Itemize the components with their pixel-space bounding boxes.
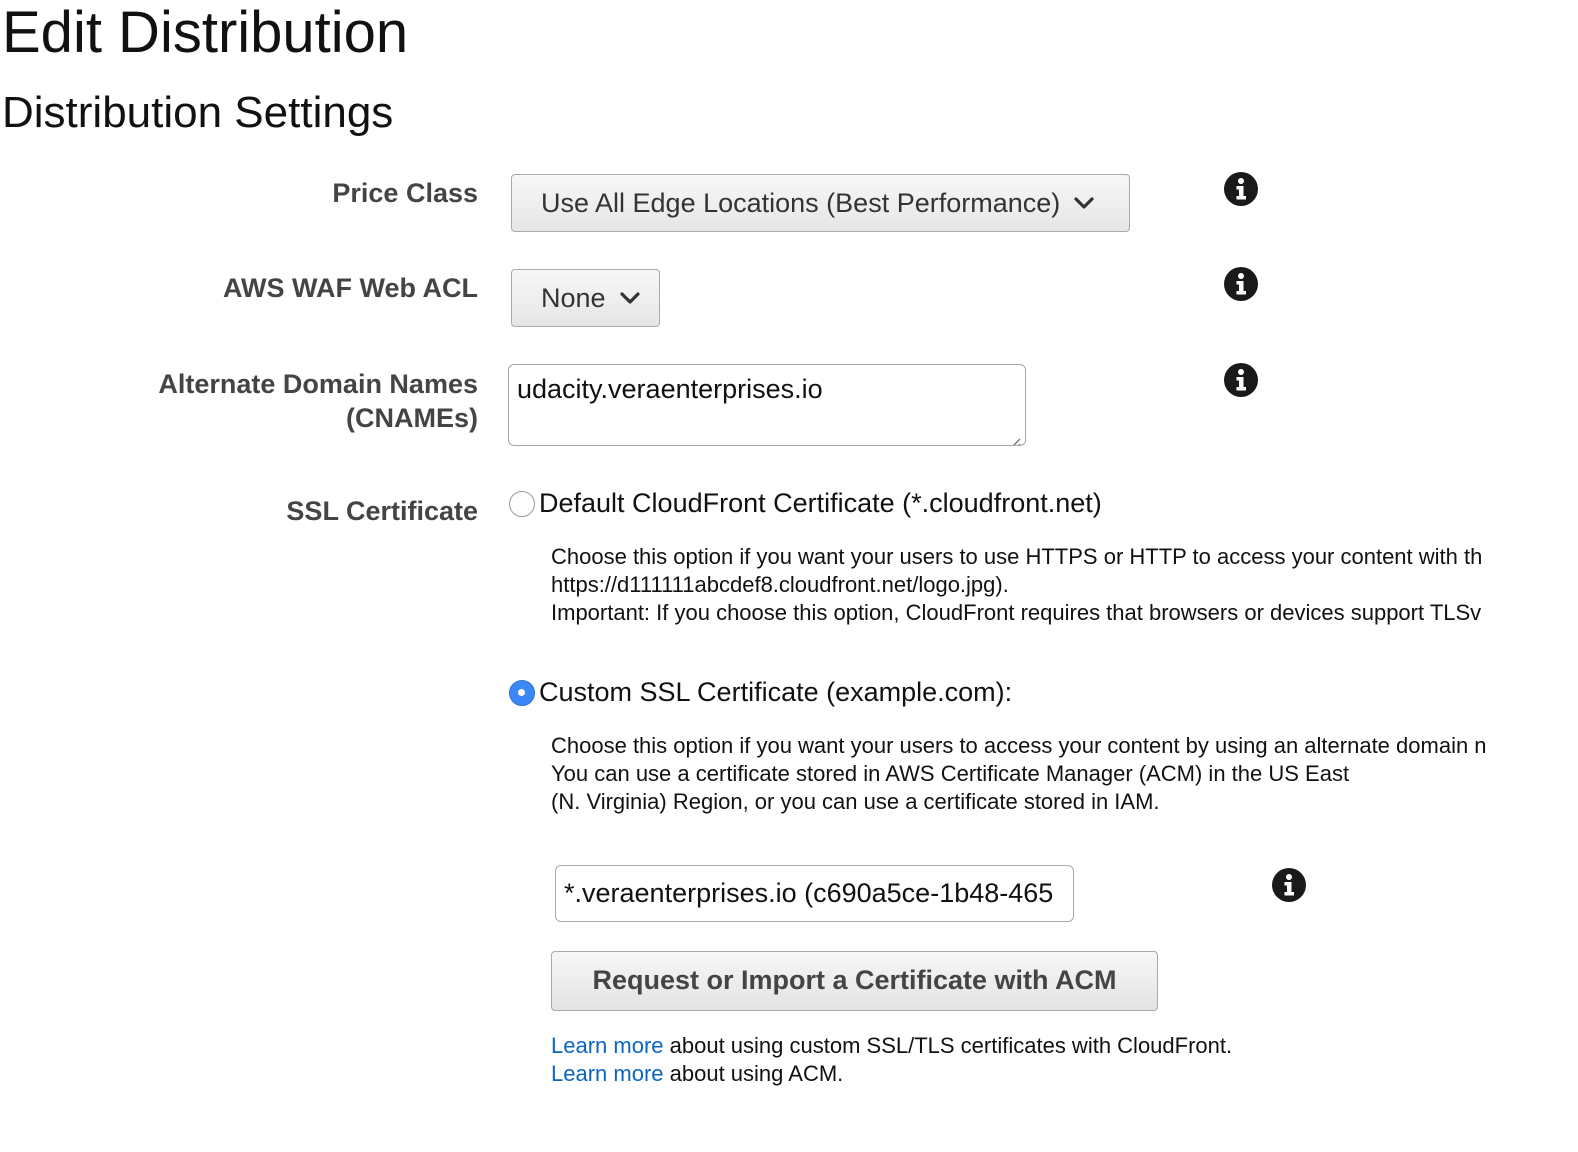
- learn-more-acm-link[interactable]: Learn more: [551, 1061, 664, 1086]
- resize-handle-icon[interactable]: [1007, 427, 1021, 445]
- default-certificate-desc-line2: https://d111111abcdef8.cloudfront.net/lo…: [551, 572, 1009, 597]
- info-icon[interactable]: [1224, 363, 1258, 397]
- learn-more-ssl-link[interactable]: Learn more: [551, 1033, 664, 1058]
- chevron-down-icon: [618, 286, 642, 310]
- waf-select[interactable]: None: [511, 269, 660, 327]
- default-certificate-radio[interactable]: [509, 491, 535, 517]
- custom-certificate-radio[interactable]: [509, 680, 535, 706]
- info-icon[interactable]: [1224, 267, 1258, 301]
- waf-label: AWS WAF Web ACL: [223, 273, 478, 303]
- learn-more-ssl-text: about using custom SSL/TLS certificates …: [663, 1033, 1233, 1058]
- custom-certificate-desc-line1: Choose this option if you want your user…: [551, 733, 1487, 758]
- info-icon[interactable]: [1272, 868, 1306, 902]
- info-icon[interactable]: [1224, 172, 1258, 206]
- cnames-textarea[interactable]: udacity.veraenterprises.io: [508, 364, 1026, 446]
- default-certificate-label[interactable]: Default CloudFront Certificate (*.cloudf…: [539, 486, 1102, 520]
- ssl-certificate-label: SSL Certificate: [286, 496, 478, 526]
- page-title: Edit Distribution: [2, 0, 409, 65]
- learn-more-ssl-line: Learn more about using custom SSL/TLS ce…: [551, 1032, 1232, 1060]
- price-class-label: Price Class: [332, 178, 478, 208]
- cnames-label-line1: Alternate Domain Names: [158, 369, 478, 399]
- custom-certificate-desc-line3: (N. Virginia) Region, or you can use a c…: [551, 789, 1160, 814]
- default-certificate-desc-line3: Important: If you choose this option, Cl…: [551, 600, 1482, 625]
- cnames-value: udacity.veraenterprises.io: [517, 374, 823, 404]
- learn-more-acm-line: Learn more about using ACM.: [551, 1060, 843, 1088]
- custom-certificate-desc-line2: You can use a certificate stored in AWS …: [551, 761, 1350, 786]
- request-import-certificate-button[interactable]: Request or Import a Certificate with ACM: [551, 951, 1158, 1011]
- price-class-value: Use All Edge Locations (Best Performance…: [541, 187, 1061, 218]
- cnames-label-line2: (CNAMEs): [346, 403, 478, 433]
- learn-more-acm-text: about using ACM.: [663, 1061, 844, 1086]
- waf-value: None: [541, 282, 606, 313]
- custom-certificate-input[interactable]: *.veraenterprises.io (c690a5ce-1b48-465: [555, 865, 1074, 922]
- section-title: Distribution Settings: [2, 88, 394, 137]
- edit-distribution-page: Edit Distribution Distribution Settings …: [0, 0, 1578, 1152]
- chevron-down-icon: [1072, 191, 1096, 215]
- custom-certificate-label[interactable]: Custom SSL Certificate (example.com):: [539, 675, 1012, 709]
- price-class-select[interactable]: Use All Edge Locations (Best Performance…: [511, 174, 1130, 232]
- default-certificate-desc-line1: Choose this option if you want your user…: [551, 544, 1483, 569]
